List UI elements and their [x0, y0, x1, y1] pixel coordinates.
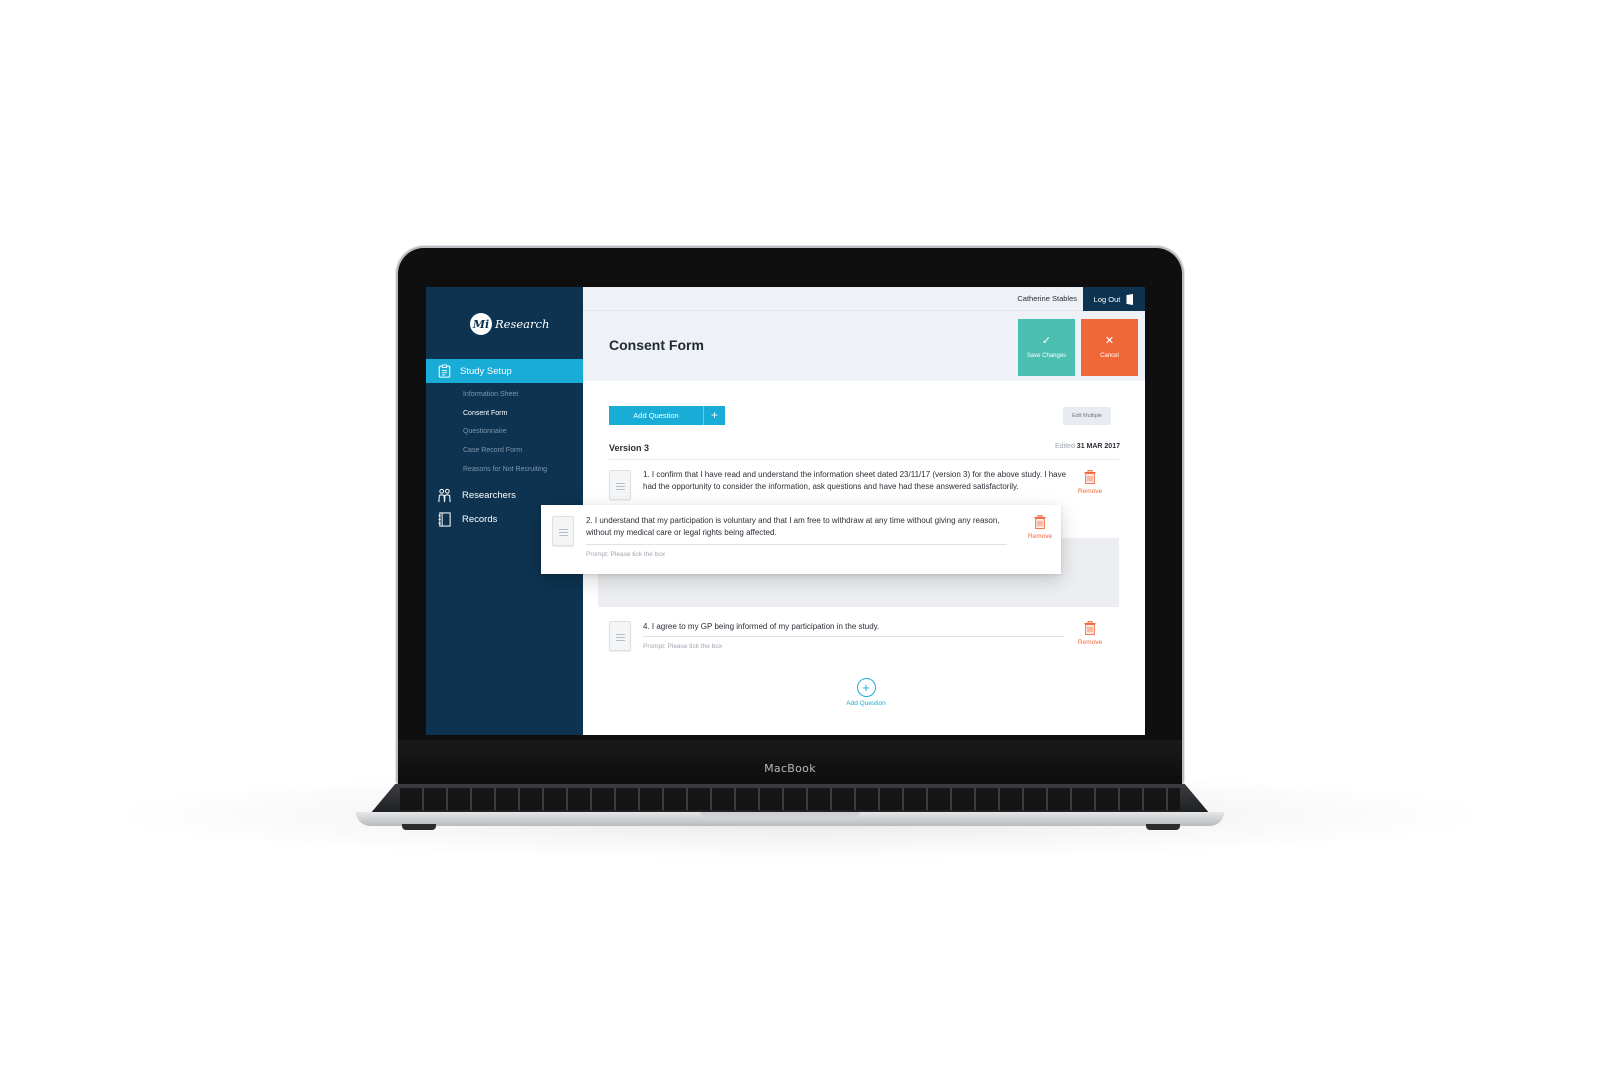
logout-button[interactable]: Log Out — [1083, 287, 1145, 311]
logout-label: Log Out — [1093, 294, 1121, 304]
top-bar: Catherine Stables Log Out — [583, 287, 1145, 311]
remove-label: Remove — [1027, 533, 1053, 540]
user-name[interactable]: Catherine Stables — [1017, 294, 1077, 303]
page-title: Consent Form — [609, 337, 704, 353]
question-row[interactable]: 4. I agree to my GP being informed of my… — [609, 621, 1119, 661]
page-header: Consent Form ✓ Save Changes ✕ Cancel — [583, 311, 1145, 381]
edited-prefix: Edited — [1054, 443, 1075, 450]
sidebar-item-records[interactable]: Records — [437, 512, 497, 527]
dragging-question-card[interactable]: 2. I understand that my participation is… — [541, 505, 1061, 574]
laptop-base-notch — [700, 812, 860, 817]
document-icon[interactable] — [552, 516, 574, 546]
remove-button[interactable]: Remove — [1075, 470, 1105, 495]
edited-date-value: 31 MAR 2017 — [1076, 443, 1120, 450]
question-prompt: Prompt: Please tick the box — [643, 643, 723, 650]
circle-plus-icon: + — [856, 678, 876, 697]
document-icon[interactable] — [609, 470, 631, 500]
logo-text: Research — [495, 317, 550, 331]
sidebar-item-label: Study Setup — [460, 365, 512, 377]
plus-icon: + — [703, 406, 725, 425]
laptop-foot — [402, 824, 436, 830]
door-icon — [1126, 293, 1134, 305]
cancel-label: Cancel — [1100, 353, 1119, 359]
clipboard-icon — [438, 364, 451, 378]
sidebar-item-researchers[interactable]: Researchers — [437, 488, 516, 503]
question-prompt: Prompt: Please tick the box — [586, 551, 666, 558]
laptop-foot — [1146, 824, 1180, 830]
edit-multiple-button[interactable]: Edit Multiple — [1063, 407, 1111, 425]
sidebar-subitem-consent-form[interactable]: Consent Form — [463, 410, 507, 417]
add-question-bottom-label: Add Question — [846, 700, 886, 707]
sidebar-subitem-case-record-form[interactable]: Case Record Form — [463, 447, 522, 454]
close-icon: ✕ — [1104, 335, 1115, 347]
trash-icon — [1084, 621, 1096, 635]
question-text[interactable]: 2. I understand that my participation is… — [586, 515, 1011, 539]
trash-icon — [1084, 470, 1096, 484]
sidebar-item-label: Records — [462, 514, 498, 525]
sidebar-subitem-information-sheet[interactable]: Information Sheet — [463, 391, 518, 398]
save-changes-button[interactable]: ✓ Save Changes — [1018, 319, 1075, 376]
people-icon — [438, 488, 451, 503]
sidebar-subitem-questionnaire[interactable]: Questionnaire — [463, 428, 507, 435]
document-icon[interactable] — [609, 621, 631, 651]
question-underline — [586, 544, 1007, 545]
question-text[interactable]: 4. I agree to my GP being informed of my… — [643, 621, 1068, 633]
question-text[interactable]: 1. I confirm that I have read and unders… — [643, 469, 1068, 493]
add-question-button[interactable]: Add Question + — [609, 406, 725, 425]
laptop-keyboard — [370, 784, 1210, 814]
app-logo[interactable]: Mi Research — [470, 313, 549, 335]
laptop-brand-label: MacBook — [764, 762, 816, 775]
cancel-button[interactable]: ✕ Cancel — [1081, 319, 1138, 376]
version-label: Version 3 — [609, 443, 650, 453]
remove-label: Remove — [1077, 639, 1103, 646]
remove-button[interactable]: Remove — [1025, 515, 1055, 540]
app-screen: Mi Research Study Setup Information Shee… — [426, 287, 1145, 735]
add-question-bottom-button[interactable]: + Add Question — [836, 678, 896, 707]
edited-date: Edited 31 MAR 2017 — [1055, 443, 1120, 450]
remove-button[interactable]: Remove — [1075, 621, 1105, 646]
add-question-label: Add Question — [633, 411, 679, 420]
remove-label: Remove — [1077, 488, 1103, 495]
sidebar-item-label: Researchers — [462, 490, 516, 501]
sidebar-subitem-reasons-not-recruiting[interactable]: Reasons for Not Recruiting — [463, 466, 547, 473]
question-underline — [643, 636, 1064, 637]
notebook-icon — [438, 512, 451, 527]
sidebar-item-study-setup[interactable]: Study Setup — [426, 359, 583, 383]
save-changes-label: Save Changes — [1026, 353, 1067, 359]
logo-mark: Mi — [470, 313, 492, 335]
trash-icon — [1034, 515, 1046, 529]
divider — [609, 459, 1119, 460]
check-icon: ✓ — [1041, 335, 1052, 347]
